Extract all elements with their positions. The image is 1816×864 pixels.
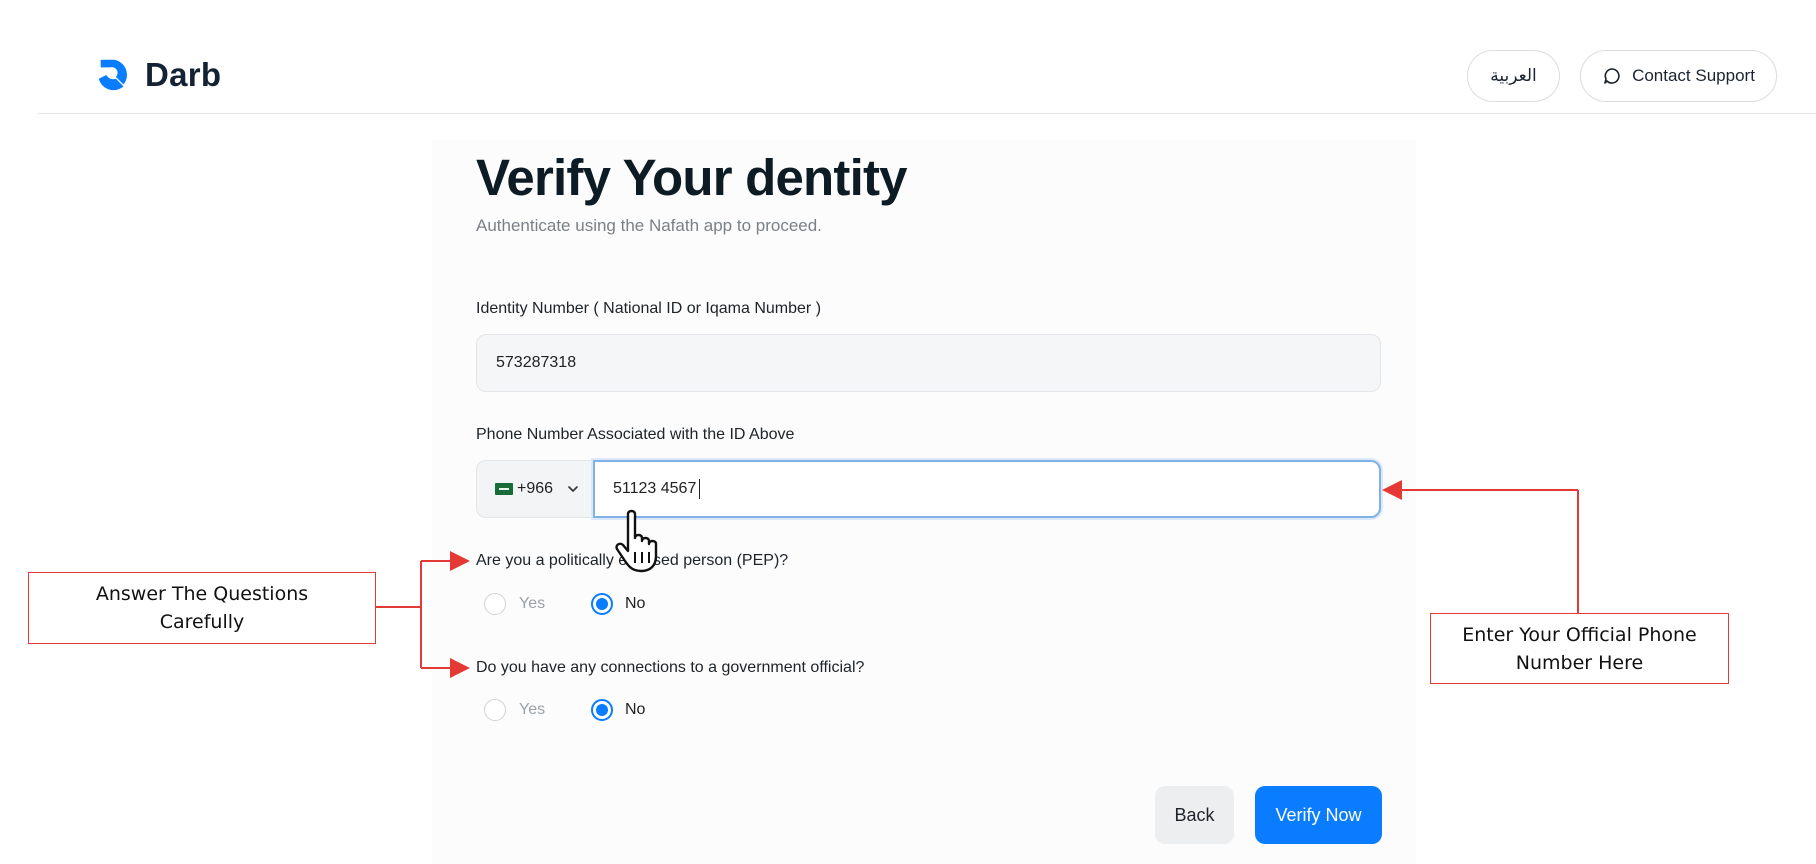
government-no-radio[interactable]: [591, 699, 613, 721]
phone-callout: Enter Your Official Phone Number Here: [1430, 613, 1729, 684]
contact-support-button[interactable]: Contact Support: [1580, 50, 1777, 102]
saudi-flag-icon: [495, 483, 513, 495]
language-toggle-button[interactable]: العربية: [1467, 50, 1560, 102]
header-divider: [38, 113, 1816, 114]
brand-logo[interactable]: Darb: [95, 56, 221, 94]
pep-yes-radio[interactable]: [484, 593, 506, 615]
verify-now-button[interactable]: Verify Now: [1255, 786, 1382, 844]
country-code-value: +966: [517, 480, 554, 497]
government-no-label[interactable]: No: [625, 701, 645, 719]
phone-number-value: 51123 4567: [613, 480, 697, 497]
government-yes-radio[interactable]: [484, 699, 506, 721]
phone-callout-line1: Enter Your Official Phone: [1462, 623, 1697, 646]
government-connection-question: Do you have any connections to a governm…: [476, 659, 865, 676]
country-code-select[interactable]: +966: [476, 460, 594, 518]
darb-logo-icon: [98, 59, 127, 91]
identity-number-input[interactable]: 573287318: [476, 334, 1381, 392]
text-caret: [699, 479, 701, 499]
page-subtitle: Authenticate using the Nafath app to pro…: [476, 216, 822, 235]
questions-callout-line1: Answer The Questions: [95, 583, 309, 605]
pep-radio-group: Yes No: [484, 593, 645, 615]
pep-yes-label[interactable]: Yes: [519, 595, 591, 613]
phone-callout-line2: Number Here: [1515, 651, 1644, 674]
government-radio-group: Yes No: [484, 699, 645, 721]
identity-number-value: 573287318: [496, 354, 577, 371]
language-label: العربية: [1490, 66, 1537, 85]
chat-bubble-icon: [1604, 68, 1620, 84]
identity-number-label: Identity Number ( National ID or Iqama N…: [476, 300, 822, 317]
questions-callout: Answer The Questions Carefully: [28, 572, 376, 644]
hand-pointer-icon: [615, 509, 658, 573]
back-button[interactable]: Back: [1155, 786, 1234, 844]
questions-callout-line2: Carefully: [159, 611, 245, 633]
contact-support-label: Contact Support: [1632, 66, 1755, 85]
pep-no-label[interactable]: No: [625, 595, 645, 613]
pep-no-radio[interactable]: [591, 593, 613, 615]
phone-number-input[interactable]: 51123 4567: [593, 460, 1381, 518]
phone-number-label: Phone Number Associated with the ID Abov…: [476, 426, 795, 443]
chevron-down-icon: [568, 486, 578, 492]
government-yes-label[interactable]: Yes: [519, 701, 591, 719]
brand-name: Darb: [145, 56, 222, 93]
page-title: Verify Your dentity: [476, 149, 908, 206]
